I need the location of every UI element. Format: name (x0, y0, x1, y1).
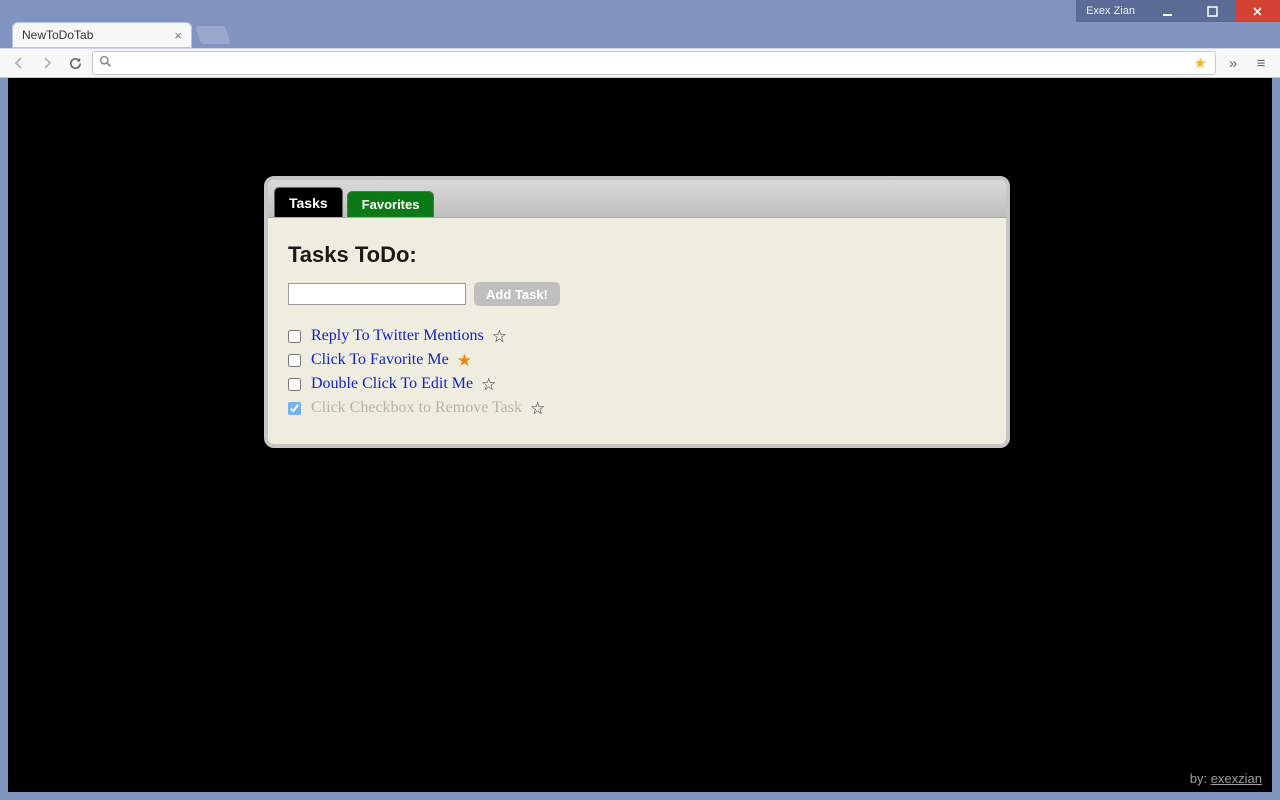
task-label[interactable]: Click To Favorite Me (311, 351, 449, 369)
reload-icon (68, 56, 83, 71)
overflow-button[interactable]: » (1222, 52, 1244, 74)
panel-heading: Tasks ToDo: (288, 242, 986, 268)
browser-tab[interactable]: NewToDoTab × (12, 22, 192, 48)
task-item: Double Click To Edit Me ☆ (288, 372, 986, 396)
add-task-button[interactable]: Add Task! (474, 282, 560, 306)
arrow-left-icon (11, 55, 27, 71)
new-tab-button[interactable] (195, 26, 231, 44)
task-label[interactable]: Click Checkbox to Remove Task (311, 399, 522, 417)
window-titlebar: Exex Zian (0, 0, 1280, 22)
tab-favorites[interactable]: Favorites (347, 191, 435, 217)
star-outline-icon[interactable]: ☆ (492, 328, 507, 345)
credit: by: exexzian (1190, 771, 1262, 786)
forward-button[interactable] (36, 52, 58, 74)
credit-link[interactable]: exexzian (1211, 771, 1262, 786)
tab-tasks[interactable]: Tasks (274, 187, 343, 217)
task-checkbox[interactable] (288, 378, 301, 391)
hamburger-icon: ≡ (1257, 55, 1266, 72)
window-maximize-button[interactable] (1190, 0, 1235, 22)
minimize-icon (1162, 6, 1173, 17)
tab-favorites-label: Favorites (362, 197, 420, 212)
browser-tab-title: NewToDoTab (22, 28, 93, 42)
reload-button[interactable] (64, 52, 86, 74)
page-viewport: Tasks Favorites Tasks ToDo: Add Task! Re… (8, 78, 1272, 792)
task-item: Click Checkbox to Remove Task ☆ (288, 396, 986, 420)
credit-prefix: by: (1190, 771, 1211, 786)
task-label[interactable]: Double Click To Edit Me (311, 375, 473, 393)
browser-toolbar: ★ » ≡ (0, 48, 1280, 78)
tab-close-icon[interactable]: × (174, 28, 182, 43)
task-list: Reply To Twitter Mentions ☆ Click To Favor… (288, 324, 986, 420)
task-checkbox[interactable] (288, 330, 301, 343)
star-outline-icon[interactable]: ☆ (530, 400, 545, 417)
task-checkbox[interactable] (288, 402, 301, 415)
window-minimize-button[interactable] (1145, 0, 1190, 22)
add-task-row: Add Task! (288, 282, 986, 306)
new-task-input[interactable] (288, 283, 466, 305)
todo-panel: Tasks Favorites Tasks ToDo: Add Task! Re… (264, 176, 1010, 448)
maximize-icon (1207, 6, 1218, 17)
panel-content: Tasks ToDo: Add Task! Reply To Twitter M… (268, 218, 1006, 444)
task-label[interactable]: Reply To Twitter Mentions (311, 327, 484, 345)
panel-tabs: Tasks Favorites (268, 180, 1006, 218)
arrow-right-icon (39, 55, 55, 71)
window-close-button[interactable] (1235, 0, 1280, 22)
chevron-right-double-icon: » (1229, 55, 1237, 72)
back-button[interactable] (8, 52, 30, 74)
task-item: Reply To Twitter Mentions ☆ (288, 324, 986, 348)
task-item: Click To Favorite Me ★ (288, 348, 986, 372)
chrome-menu-button[interactable]: ≡ (1250, 52, 1272, 74)
close-icon (1252, 6, 1263, 17)
star-filled-icon[interactable]: ★ (457, 352, 472, 369)
chrome-profile-name: Exex Zian (1086, 5, 1135, 17)
omnibox-input[interactable] (118, 55, 1188, 72)
search-icon (99, 55, 112, 71)
browser-tabstrip: NewToDoTab × (0, 22, 1280, 48)
omnibox[interactable]: ★ (92, 51, 1216, 75)
bookmark-star-icon[interactable]: ★ (1194, 54, 1207, 72)
task-checkbox[interactable] (288, 354, 301, 367)
star-outline-icon[interactable]: ☆ (481, 376, 496, 393)
tab-tasks-label: Tasks (289, 195, 328, 211)
chrome-profile-badge[interactable]: Exex Zian (1076, 0, 1145, 22)
